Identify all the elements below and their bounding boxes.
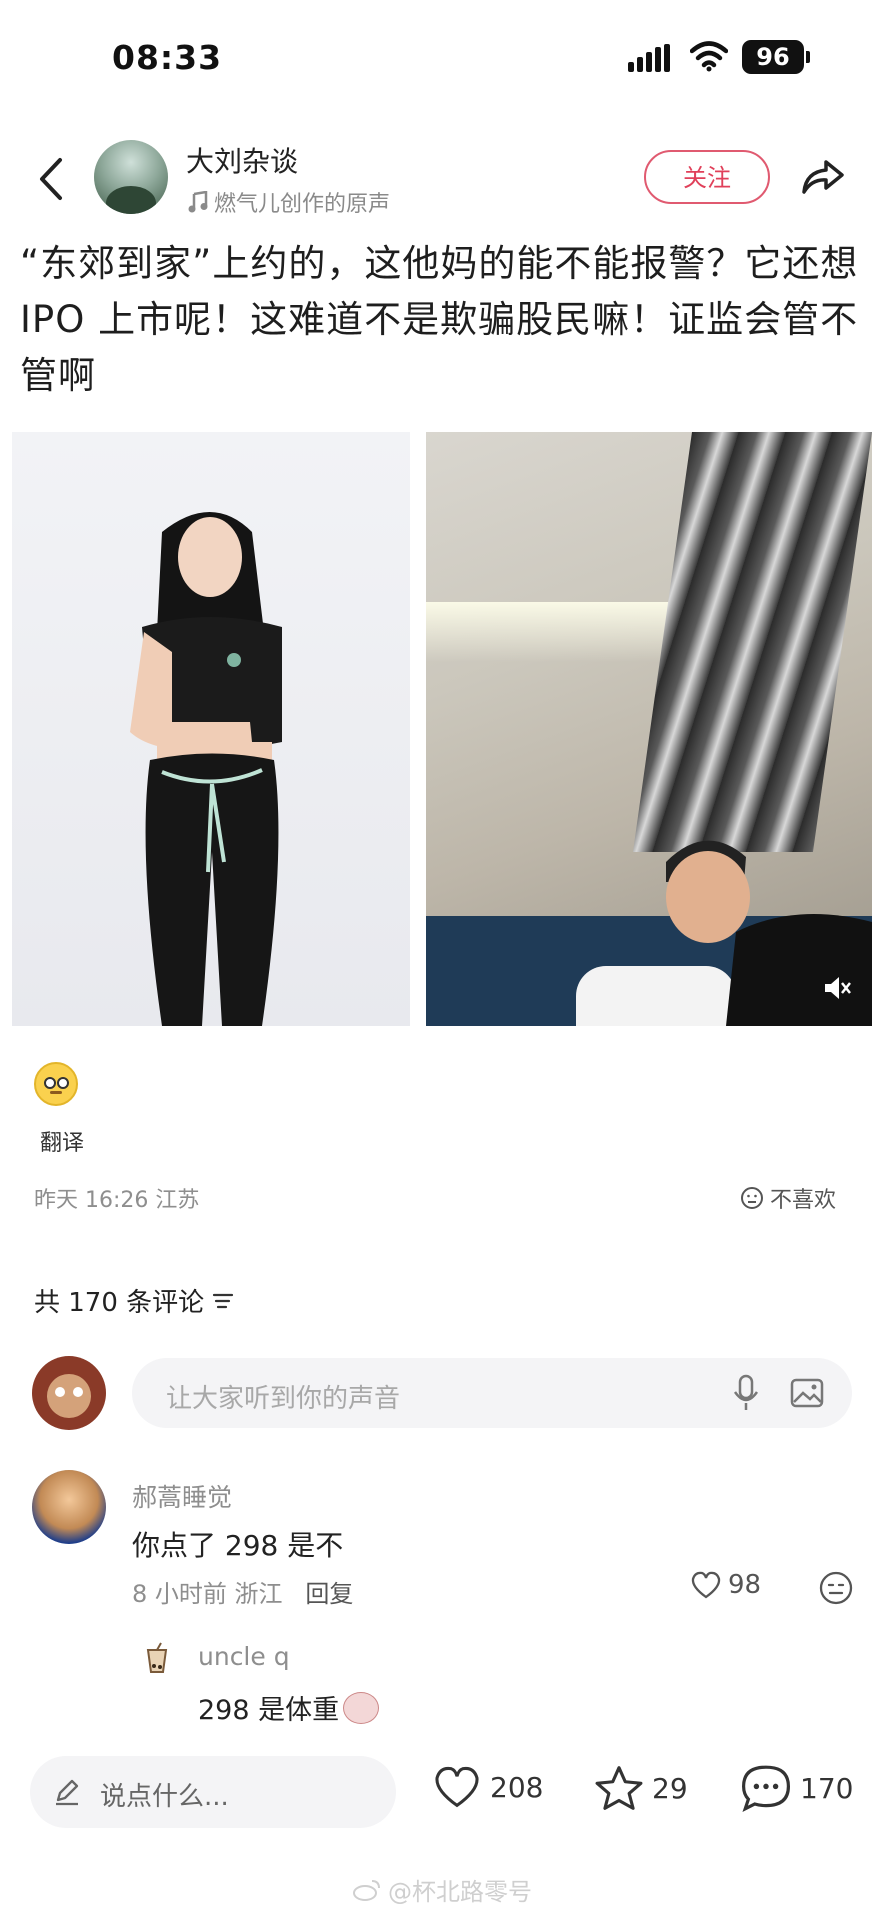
unhappy-face-icon bbox=[741, 1187, 763, 1209]
follow-button[interactable]: 关注 bbox=[644, 150, 770, 204]
woman-photo bbox=[130, 512, 282, 1026]
comment-input[interactable]: 让大家听到你的声音 bbox=[132, 1358, 852, 1428]
chat-bubble-icon bbox=[741, 1765, 791, 1812]
comment-time-location: 8 小时前 浙江 bbox=[132, 1580, 283, 1608]
commenter-avatar[interactable] bbox=[32, 1470, 106, 1544]
author-name[interactable]: 大刘杂谈 bbox=[186, 140, 298, 180]
author-avatar[interactable] bbox=[94, 140, 168, 214]
reply-text-row: 298 是体重 bbox=[198, 1688, 380, 1727]
speaker-mute-icon[interactable] bbox=[822, 974, 852, 1002]
dislike-button[interactable]: 不喜欢 bbox=[740, 1182, 836, 1214]
post-text: “东郊到家”上约的，这他妈的能不能报警？它还想 IPO 上市呢！这难道不是欺骗股… bbox=[20, 242, 859, 397]
comment-text: 你点了 298 是不 bbox=[132, 1529, 344, 1562]
battery-indicator: 96 bbox=[742, 40, 810, 74]
like-count: 208 bbox=[490, 1770, 544, 1804]
share-arrow-icon[interactable] bbox=[800, 156, 846, 198]
comment-input-placeholder: 让大家听到你的声音 bbox=[166, 1384, 401, 1414]
status-time: 08:33 bbox=[112, 38, 223, 77]
sort-icon bbox=[213, 1293, 234, 1308]
say-something-input[interactable]: 说点什么... bbox=[30, 1756, 396, 1828]
comment-like-button[interactable]: 98 bbox=[690, 1570, 761, 1600]
my-avatar[interactable] bbox=[32, 1356, 106, 1430]
pen-icon bbox=[56, 1779, 79, 1806]
weibo-logo-icon bbox=[353, 1879, 380, 1901]
say-something-placeholder: 说点什么... bbox=[100, 1782, 229, 1812]
cellular-signal-icon bbox=[628, 44, 670, 72]
heart-icon bbox=[691, 1571, 721, 1599]
like-button[interactable]: 208 bbox=[432, 1764, 543, 1810]
comment-count-label: 共 170 条评论 bbox=[34, 1288, 205, 1318]
comment-button[interactable]: 170 bbox=[740, 1764, 853, 1812]
reply-link[interactable]: 回复 bbox=[305, 1580, 353, 1608]
original-sound-row[interactable]: 燃气儿创作的原声 bbox=[188, 186, 390, 218]
reply-name[interactable]: uncle q bbox=[198, 1642, 290, 1671]
heart-icon bbox=[435, 1766, 479, 1808]
favorite-count: 29 bbox=[652, 1771, 688, 1805]
music-note-icon bbox=[188, 191, 208, 213]
reply-text: 298 是体重 bbox=[198, 1695, 340, 1726]
star-icon bbox=[595, 1766, 643, 1810]
dislike-label: 不喜欢 bbox=[770, 1188, 837, 1213]
comment-react-icon[interactable] bbox=[818, 1570, 854, 1606]
original-sound-label: 燃气儿创作的原声 bbox=[214, 192, 391, 217]
back-chevron-icon[interactable] bbox=[36, 156, 66, 202]
commenter-name[interactable]: 郝蒿睡觉 bbox=[132, 1478, 232, 1514]
favorite-button[interactable]: 29 bbox=[594, 1764, 688, 1812]
image-icon[interactable] bbox=[790, 1378, 824, 1408]
comment-like-count: 98 bbox=[728, 1570, 762, 1600]
watermark-text: @杯北路零号 bbox=[388, 1878, 532, 1906]
comment-count: 170 bbox=[800, 1771, 854, 1805]
translate-link[interactable]: 翻译 bbox=[40, 1125, 84, 1157]
comment-count-sort[interactable]: 共 170 条评论 bbox=[34, 1282, 234, 1319]
comment-meta: 8 小时前 浙江 回复 bbox=[132, 1574, 353, 1609]
wifi-icon bbox=[690, 41, 728, 72]
post-image-right[interactable] bbox=[426, 432, 872, 1026]
post-image-left[interactable] bbox=[12, 432, 410, 1026]
reply-avatar-cup-icon[interactable] bbox=[142, 1642, 172, 1674]
watermark: @杯北路零号 bbox=[352, 1872, 532, 1907]
rolling-eyes-emoji-icon bbox=[34, 1062, 78, 1106]
crying-emoji-icon bbox=[343, 1691, 380, 1724]
post-time-location: 昨天 16:26 江苏 bbox=[34, 1188, 200, 1213]
microphone-icon[interactable] bbox=[732, 1374, 760, 1412]
